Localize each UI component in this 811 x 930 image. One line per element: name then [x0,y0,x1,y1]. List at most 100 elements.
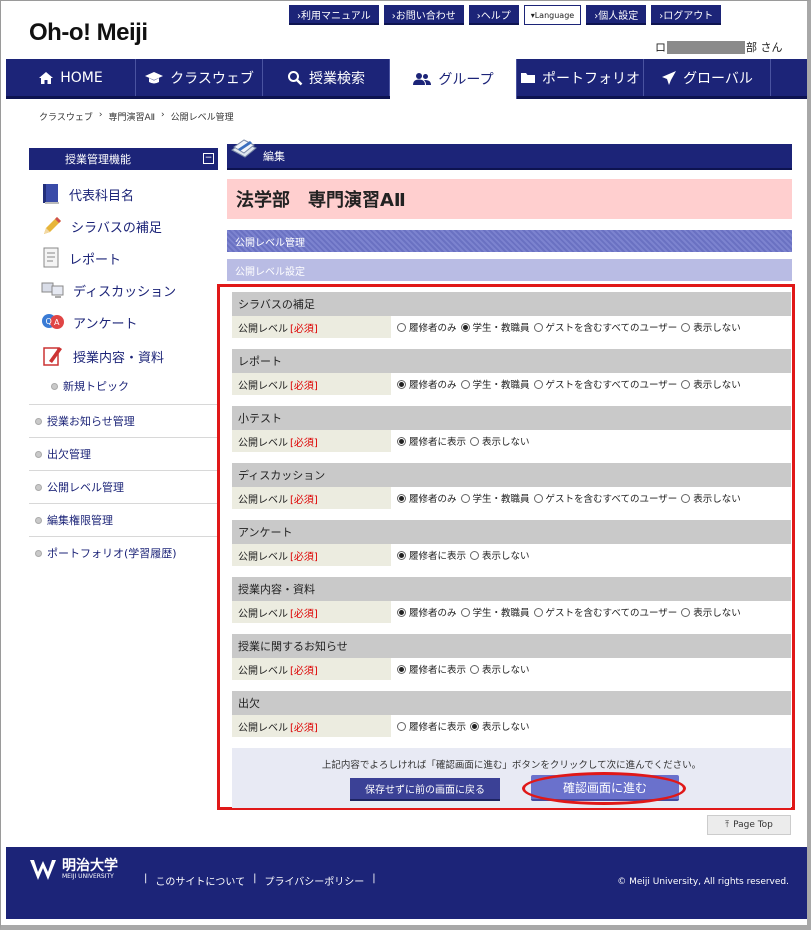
radio-option[interactable]: 表示しない [681,377,741,391]
radio-option[interactable]: 履修者のみ [397,320,457,334]
radio-option[interactable]: 表示しない [681,605,741,619]
sidebar-item-course-name[interactable]: 代表科目名 [29,178,218,210]
required-badge: [必須] [290,608,318,620]
sidebar-item-visibility[interactable]: 公開レベル管理 [29,470,218,503]
sidebar-item-survey[interactable]: QA アンケート [29,306,218,338]
bullet-icon [35,450,42,458]
radio-button[interactable] [397,550,406,560]
radio-group: 履修者のみ 学生・教職員 ゲストを含むすべてのユーザー 表示しない [391,491,741,505]
radio-option[interactable]: 履修者のみ [397,491,457,505]
radio-button[interactable] [681,493,691,503]
personal-settings-link[interactable]: ›個人設定 [586,5,647,25]
edit-pages-icon [231,139,257,158]
sidebar-item-course-materials[interactable]: 授業内容・資料 [29,338,218,374]
sidebar-item-syllabus[interactable]: シラバスの補足 [29,210,218,242]
radio-option[interactable]: 学生・教職員 [460,491,530,505]
radio-option[interactable]: 履修者に表示 [397,662,466,676]
radio-button[interactable] [470,436,480,446]
main-nav: HOME クラスウェブ 授業検索 グループ ポートフォリオ グローバル [6,59,807,99]
radio-button[interactable] [533,493,543,503]
folder-icon [521,73,535,83]
radio-option[interactable]: 表示しない [470,548,530,562]
sidebar-item-report[interactable]: レポート [29,242,218,274]
radio-button[interactable] [533,379,543,389]
radio-option[interactable]: 履修者に表示 [397,719,466,733]
radio-button[interactable] [397,436,406,446]
nav-group[interactable]: グループ [390,59,517,99]
manual-link[interactable]: ›利用マニュアル [289,5,379,25]
radio-button[interactable] [470,664,480,674]
radio-option[interactable]: ゲストを含むすべてのユーザー [533,320,677,334]
radio-option[interactable]: 履修者に表示 [397,434,466,448]
radio-button[interactable] [397,607,406,617]
visibility-block: 出欠 公開レベル [必須] 履修者に表示 表示しない [232,691,791,737]
breadcrumb-classweb[interactable]: クラスウェブ [39,110,93,123]
breadcrumb-course[interactable]: 専門演習AⅡ [108,110,155,123]
sidebar-item-portfolio[interactable]: ポートフォリオ(学習履歴) [29,536,218,569]
sidebar-item-new-topic[interactable]: 新規トピック [29,374,218,398]
sidebar-item-edit-permissions[interactable]: 編集権限管理 [29,503,218,536]
proceed-to-confirm-button[interactable]: 確認画面に進む [531,775,679,801]
radio-button[interactable] [681,379,691,389]
radio-option[interactable]: ゲストを含むすべてのユーザー [533,605,677,619]
sidebar-item-attendance[interactable]: 出欠管理 [29,437,218,470]
radio-button[interactable] [397,322,406,332]
block-title: ディスカッション [232,463,791,487]
collapse-toggle[interactable]: − [203,153,214,164]
radio-option[interactable]: 学生・教職員 [460,605,530,619]
radio-option[interactable]: 学生・教職員 [460,377,530,391]
nav-classweb[interactable]: クラスウェブ [136,59,263,96]
radio-button[interactable] [470,550,480,560]
nav-portfolio[interactable]: ポートフォリオ [517,59,644,96]
radio-button[interactable] [460,607,470,617]
university-logo[interactable]: 明治大学 MEIJI UNIVERSITY [28,857,118,883]
radio-option[interactable]: 学生・教職員 [460,320,530,334]
help-link[interactable]: ›ヘルプ [468,5,519,25]
visibility-level-label: 公開レベル [必須] [232,373,391,395]
nav-global[interactable]: グローバル [644,59,771,96]
radio-option[interactable]: 表示しない [681,320,741,334]
language-select[interactable]: ▾Language [523,5,582,25]
radio-button[interactable] [397,379,406,389]
block-title: 出欠 [232,691,791,715]
radio-option[interactable]: 表示しない [681,491,741,505]
radio-option[interactable]: 履修者に表示 [397,548,466,562]
radio-option[interactable]: ゲストを含むすべてのユーザー [533,491,677,505]
nav-course-search[interactable]: 授業検索 [263,59,390,96]
privacy-policy-link[interactable]: プライバシーポリシー [264,873,364,888]
radio-option[interactable]: 表示しない [470,719,530,733]
section-header-visibility: 公開レベル管理 [227,230,792,252]
radio-button[interactable] [533,322,543,332]
radio-button[interactable] [460,493,470,503]
nav-home[interactable]: HOME [6,59,136,96]
sidebar-item-course-notices[interactable]: 授業お知らせ管理 [29,404,218,437]
radio-option[interactable]: ゲストを含むすべてのユーザー [533,377,677,391]
about-site-link[interactable]: このサイトについて [155,873,245,888]
radio-button[interactable] [533,607,543,617]
confirm-message: 上記内容でよろしければ「確認画面に進む」ボタンをクリックして次に進んでください。 [321,760,702,771]
radio-button[interactable] [460,379,470,389]
qa-bubbles-icon: QA [42,314,64,329]
nav-portfolio-label: ポートフォリオ [542,70,640,87]
back-without-saving-button[interactable]: 保存せずに前の画面に戻る [350,778,500,801]
graduation-cap-icon [145,71,164,83]
radio-button[interactable] [397,664,406,674]
radio-button[interactable] [397,721,406,731]
radio-button[interactable] [681,322,691,332]
site-logo[interactable]: Oh-o! Meiji [29,19,148,47]
radio-option[interactable]: 表示しない [470,434,530,448]
radio-option[interactable]: 表示しない [470,662,530,676]
radio-button[interactable] [460,322,470,332]
visibility-row: 公開レベル [必須] 履修者のみ 学生・教職員 ゲストを含むすべてのユーザー 表示しない [232,373,791,395]
svg-text:Q: Q [46,317,52,326]
page-top-button[interactable]: ⤒ Page Top [707,815,791,835]
radio-button[interactable] [470,721,480,731]
radio-option[interactable]: 履修者のみ [397,377,457,391]
required-badge: [必須] [290,665,318,677]
radio-option[interactable]: 履修者のみ [397,605,457,619]
radio-button[interactable] [397,493,406,503]
contact-link[interactable]: ›お問い合わせ [383,5,464,25]
logout-link[interactable]: ›ログアウト [651,5,722,25]
sidebar-item-discussion[interactable]: ディスカッション [29,274,218,306]
radio-button[interactable] [681,607,691,617]
